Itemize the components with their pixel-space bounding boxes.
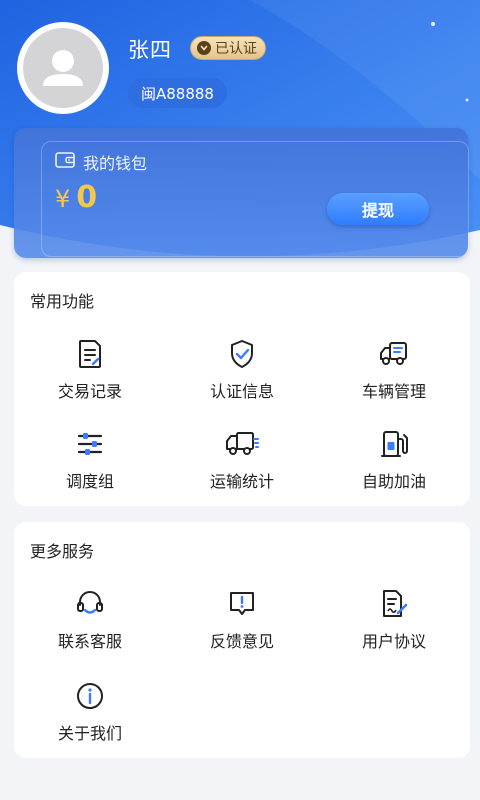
item-label: 交易记录 [57,382,122,401]
document-icon [72,336,108,372]
wallet-title: 我的钱包 [83,154,148,173]
currency-symbol: ¥ [55,185,71,213]
truck-doc-icon [376,336,412,372]
avatar-placeholder [23,28,103,108]
common-functions-section: 常用功能 交易记录 认证信息 车辆管理 调度组 运输统计 自助加油 [14,272,470,506]
truck-icon [224,426,260,462]
user-agreement-item[interactable]: 用户协议 [318,586,470,652]
shield-check-icon [224,336,260,372]
item-label: 关于我们 [57,724,122,743]
user-silhouette-icon [43,50,83,86]
sliders-icon [72,426,108,462]
feedback-item[interactable]: 反馈意见 [166,586,318,652]
item-label: 自助加油 [361,472,426,491]
section-title: 更多服务 [30,542,95,561]
verified-label: 已认证 [215,41,257,57]
vehicle-management-item[interactable]: 车辆管理 [318,336,470,402]
verified-badge: 已认证 [190,36,266,60]
wallet-title-row: 我的钱包 [55,150,147,174]
item-label: 联系客服 [57,632,122,651]
item-label: 调度组 [65,472,114,491]
about-us-item[interactable]: 关于我们 [14,678,166,744]
transport-statistics-item[interactable]: 运输统计 [166,426,318,492]
certification-info-item[interactable]: 认证信息 [166,336,318,402]
wallet-icon [55,152,75,172]
contact-support-item[interactable]: 联系客服 [14,586,166,652]
headset-icon [72,586,108,622]
more-services-section: 更多服务 联系客服 反馈意见 用户协议 关于我们 [14,522,470,758]
feedback-icon [224,586,260,622]
agreement-icon [376,586,412,622]
user-name: 张四 [128,38,172,62]
dispatch-group-item[interactable]: 调度组 [14,426,166,492]
item-label: 用户协议 [361,632,426,651]
wallet-balance: ¥ 0 [55,180,97,215]
self-refuel-item[interactable]: 自助加油 [318,426,470,492]
item-label: 车辆管理 [361,382,426,401]
item-label: 反馈意见 [209,632,274,651]
license-plate-badge: 闽A88888 [128,78,227,108]
balance-value: 0 [76,180,98,215]
item-label: 认证信息 [209,382,274,401]
verified-check-icon [197,41,211,55]
transaction-records-item[interactable]: 交易记录 [14,336,166,402]
info-icon [72,678,108,714]
avatar[interactable] [17,22,109,114]
withdraw-button[interactable]: 提现 [327,193,429,225]
section-title: 常用功能 [30,292,95,311]
item-label: 运输统计 [209,472,274,491]
fuel-pump-icon [376,426,412,462]
